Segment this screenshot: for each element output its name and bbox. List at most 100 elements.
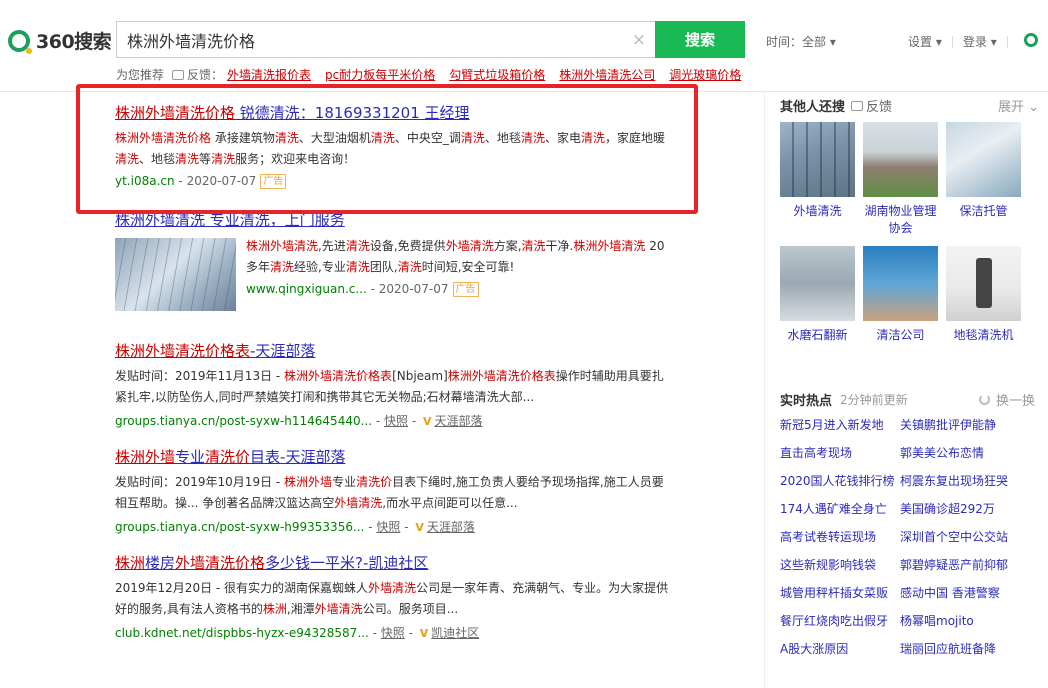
chevron-down-icon: ▾ (829, 35, 836, 49)
ad-result: 株洲外墙清洗 专业清洗，上门服务 株洲外墙清洗,先进清洗设备,免费提供外墙清洗方… (115, 209, 675, 311)
result-title[interactable]: 株洲外墙清洗价格表-天涯部落 (115, 340, 675, 361)
related-picture[interactable] (946, 122, 1021, 197)
related-picture[interactable] (863, 246, 938, 321)
result-title[interactable]: 株洲外墙专业清洗价目表-天涯部落 (115, 446, 675, 467)
time-filter-label: 时间：全部 (766, 35, 827, 49)
related-searches-title: 其他人还搜 (780, 100, 846, 115)
hot-topics-header: 实时热点 2分钟前更新 换一换 (780, 390, 1035, 409)
refresh-button[interactable]: 换一换 (978, 390, 1035, 409)
result-desc: 2019年12月20日 - 很有实力的湖南保嘉蜘蛛人外墙清洗公司是一家年青、充满… (115, 581, 669, 616)
verified-icon: V (423, 415, 432, 428)
verified-icon: V (419, 627, 429, 640)
time-filter[interactable]: 时间：全部 ▾ (766, 33, 836, 50)
clear-icon[interactable]: × (632, 30, 646, 50)
recommend-item[interactable]: pc耐力板每平米价格 (325, 66, 435, 83)
recommend-label: 为您推荐 (116, 68, 165, 82)
hot-topic-item[interactable]: 深圳首个空中公交站 (900, 528, 1024, 547)
divider (1006, 35, 1008, 48)
hot-topics-list: 新冠5月进入新发地 关镇鹏批评伊能静 直击高考现场 郭美美公布恋情 2020国人花钱排行… (780, 416, 1024, 659)
logo-text: 360搜索 (36, 31, 112, 53)
source-link[interactable]: 凯迪社区 (431, 626, 479, 640)
recommend-item[interactable]: 勾臂式垃圾箱价格 (449, 66, 545, 83)
related-picture[interactable] (946, 246, 1021, 321)
mini-logo-icon[interactable] (1024, 33, 1038, 47)
verified-icon: V (415, 521, 424, 534)
result-desc: 发贴时间：2019年10月19日 - 株洲外墙专业清洗价目表下绳时,施工负责人要… (115, 475, 664, 510)
hot-topic-item[interactable]: 杨幂唱mojito (900, 612, 1024, 631)
hot-topic-item[interactable]: 感动中国 香港警察 (900, 584, 1024, 603)
hot-topic-item[interactable]: 瑞丽回应航班备降 (900, 640, 1024, 659)
result-desc: 株洲外墙清洗价格 承接建筑物清洗、大型油烟机清洗、中央空_调清洗、地毯清洗、家电… (115, 131, 665, 166)
search-input[interactable] (117, 22, 656, 57)
hot-topic-item[interactable]: 2020国人花钱排行榜 (780, 472, 900, 491)
expand-link[interactable]: 展开 ⌄ (998, 96, 1039, 115)
refresh-icon (978, 394, 990, 405)
result-desc: 株洲外墙清洗,先进清洗设备,免费提供外墙清洗方案,清洗干净.株洲外墙清洗 20多… (246, 239, 665, 274)
hot-topic-item[interactable]: A股大涨原因 (780, 640, 900, 659)
result-url[interactable]: club.kdnet.net/dispbbs-hyzx-e94328587...… (115, 624, 675, 641)
header: 360搜索 × 搜索 时间：全部 ▾ 设置 ▾ 登录 ▾ 为您推荐 反馈： 外墙… (0, 0, 1048, 92)
source-link[interactable]: 天涯部落 (427, 520, 475, 534)
hot-topic-item[interactable]: 美国确诊超292万 (900, 500, 1024, 519)
hot-updated-time: 2分钟前更新 (840, 393, 908, 407)
related-picture-item[interactable]: 清洁公司 (863, 246, 938, 344)
logo-ring-icon (8, 29, 32, 54)
snapshot-link[interactable]: 快照 (376, 520, 400, 534)
logo[interactable]: 360搜索 (8, 27, 112, 54)
result-title[interactable]: 株洲外墙清洗 专业清洗，上门服务 (115, 209, 675, 230)
related-picture-item[interactable]: 外墙清洗 (780, 122, 855, 237)
hot-topic-item[interactable]: 城管用秤杆插女菜贩 (780, 584, 900, 603)
hot-topic-item[interactable]: 高考试卷转运现场 (780, 528, 900, 547)
related-picture[interactable] (780, 122, 855, 197)
result-title[interactable]: 株洲外墙清洗价格 锐德清洗：18169331201 王经理 (115, 102, 675, 123)
result-url[interactable]: yt.i08a.cn - 2020-07-07 广告 (115, 174, 675, 189)
related-searches-header: 其他人还搜 反馈 展开 ⌄ (780, 96, 1039, 115)
result-url[interactable]: groups.tianya.cn/post-syxw-h99353356... … (115, 518, 675, 535)
chat-icon (851, 100, 864, 111)
ad-result: 株洲外墙清洗价格 锐德清洗：18169331201 王经理 株洲外墙清洗价格 承… (115, 102, 675, 189)
recommend-item[interactable]: 调光玻璃价格 (669, 66, 741, 83)
ad-badge: 广告 (452, 282, 479, 297)
sidebar-feedback-link[interactable]: 反馈 (851, 96, 892, 115)
feedback-link[interactable]: 反馈： (172, 66, 223, 83)
ad-badge: 广告 (260, 174, 287, 189)
related-picture-item[interactable]: 保洁托管 (946, 122, 1021, 237)
search-box: × (116, 21, 656, 58)
hot-topic-item[interactable]: 柯震东复出现场狂哭 (900, 472, 1024, 491)
related-pictures: 外墙清洗 湖南物业管理协会 保洁托管 水磨石翻新 清洁公司 地毯清洗机 (780, 122, 1021, 344)
related-picture-item[interactable]: 水磨石翻新 (780, 246, 855, 344)
hot-topic-item[interactable]: 直击高考现场 (780, 444, 900, 463)
snapshot-link[interactable]: 快照 (384, 414, 408, 428)
search-button[interactable]: 搜索 (655, 21, 745, 58)
divider (951, 35, 953, 48)
sidebar: 其他人还搜 反馈 展开 ⌄ 外墙清洗 湖南物业管理协会 保洁托管 水磨石翻新 清… (764, 92, 1048, 688)
source-link[interactable]: 天涯部落 (435, 414, 483, 428)
snapshot-link[interactable]: 快照 (381, 626, 405, 640)
result-desc: 发贴时间：2019年11月13日 - 株洲外墙清洗价格表[Nbjeam]株洲外墙… (115, 369, 664, 404)
hot-topic-item[interactable]: 郭碧婷疑恶产前抑郁 (900, 556, 1024, 575)
related-picture[interactable] (780, 246, 855, 321)
search-result: 株洲楼房外墙清洗价格多少钱一平米?-凯迪社区 2019年12月20日 - 很有实… (115, 552, 675, 641)
login-link[interactable]: 登录 ▾ (963, 33, 997, 50)
hot-topic-item[interactable]: 关镇鹏批评伊能静 (900, 416, 1024, 435)
chat-icon (172, 69, 185, 80)
related-picture-item[interactable]: 地毯清洗机 (946, 246, 1021, 344)
hot-topic-item[interactable]: 174人遇矿难全身亡 (780, 500, 900, 519)
hot-topic-item[interactable]: 这些新规影响钱袋 (780, 556, 900, 575)
header-links: 设置 ▾ 登录 ▾ (908, 33, 1018, 50)
result-thumbnail[interactable] (115, 238, 236, 311)
recommend-bar: 为您推荐 反馈： 外墙清洗报价表 pc耐力板每平米价格 勾臂式垃圾箱价格 株洲外… (116, 66, 741, 83)
hot-topics-title: 实时热点 (780, 394, 833, 409)
recommend-item[interactable]: 外墙清洗报价表 (227, 66, 311, 83)
hot-topic-item[interactable]: 新冠5月进入新发地 (780, 416, 900, 435)
result-url[interactable]: groups.tianya.cn/post-syxw-h114645440...… (115, 412, 675, 429)
result-title[interactable]: 株洲楼房外墙清洗价格多少钱一平米?-凯迪社区 (115, 552, 675, 573)
result-url[interactable]: www.qingxiguan.c... - 2020-07-07 广告 (246, 282, 666, 297)
hot-topic-item[interactable]: 餐厅红烧肉吃出假牙 (780, 612, 900, 631)
recommend-item[interactable]: 株洲外墙清洗公司 (559, 66, 655, 83)
settings-link[interactable]: 设置 ▾ (908, 33, 942, 50)
search-result: 株洲外墙清洗价格表-天涯部落 发贴时间：2019年11月13日 - 株洲外墙清洗… (115, 340, 675, 429)
related-picture[interactable] (863, 122, 938, 197)
related-picture-item[interactable]: 湖南物业管理协会 (863, 122, 938, 237)
hot-topic-item[interactable]: 郭美美公布恋情 (900, 444, 1024, 463)
